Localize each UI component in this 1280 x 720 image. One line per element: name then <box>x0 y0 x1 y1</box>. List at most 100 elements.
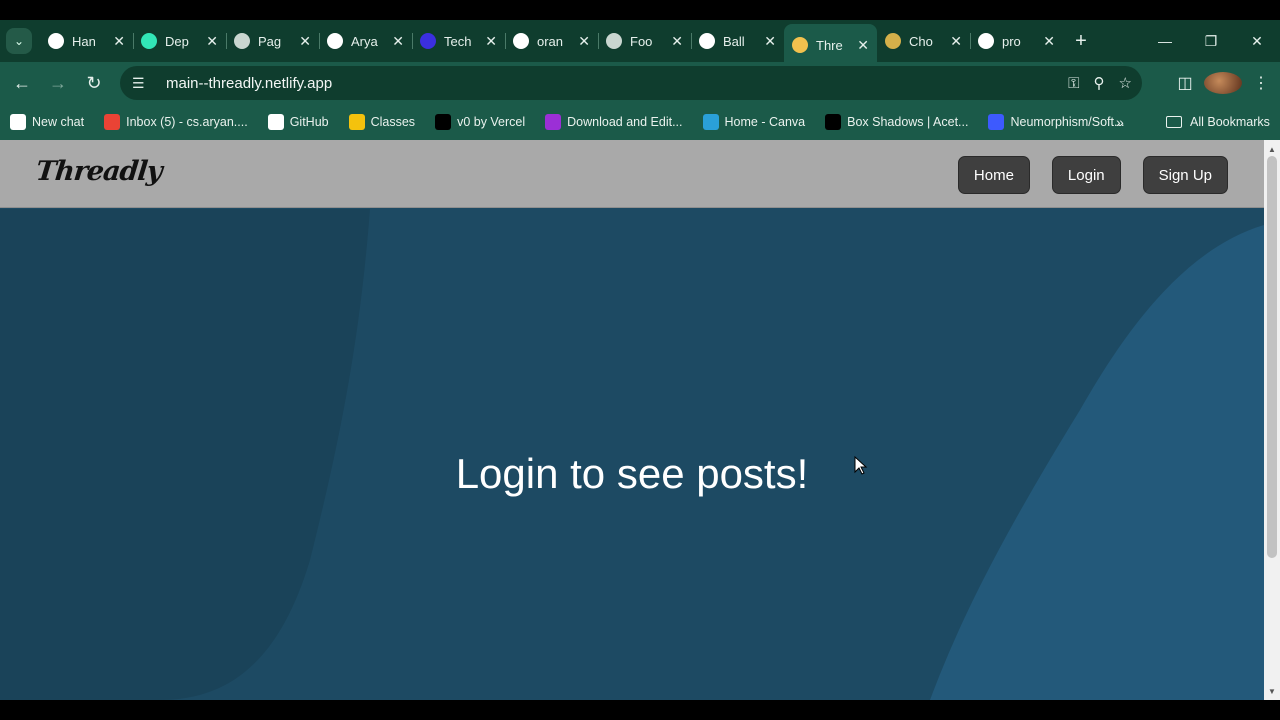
bookmark-label: Inbox (5) - cs.aryan.... <box>126 115 248 129</box>
bookmarks-bar: New chat Inbox (5) - cs.aryan.... GitHub Cl… <box>0 104 1280 140</box>
close-window-icon[interactable]: ✕ <box>1234 20 1280 62</box>
avatar <box>1204 72 1242 94</box>
browser-tab[interactable]: Dep ✕ <box>133 24 226 58</box>
screen-top-bar <box>0 0 1280 20</box>
back-arrow-icon[interactable]: ← <box>4 65 40 101</box>
threads-icon <box>48 33 64 49</box>
tab-title: Tech <box>444 33 472 49</box>
tab-close-icon[interactable]: ✕ <box>299 33 311 50</box>
tab-close-icon[interactable]: ✕ <box>113 33 125 50</box>
tabs-container: Han ✕ Dep ✕ Pag ✕ Arya ✕ Tech ✕ oran ✕ Foo ✕ Ball ✕ Thre… <box>40 20 1063 66</box>
bookmark-list: New chat Inbox (5) - cs.aryan.... GitHub Cl… <box>10 114 1144 130</box>
mouse-cursor-icon <box>854 455 868 475</box>
address-bar-actions: ⚿ ⚲ ☆ <box>1068 66 1132 100</box>
tab-strip: ⌄ Han ✕ Dep ✕ Pag ✕ Arya ✕ Tech ✕ oran ✕ Foo ✕ Ball ✕ Th… <box>0 20 1280 66</box>
medium-icon <box>885 33 901 49</box>
bookmarks-overflow-chevron-icon[interactable]: » <box>1116 104 1124 140</box>
reload-icon[interactable]: ↻ <box>76 65 112 101</box>
scroll-up-arrow-icon[interactable]: ▲ <box>1264 142 1280 156</box>
bookmark-item[interactable]: Download and Edit... <box>545 114 683 130</box>
tab-close-icon[interactable]: ✕ <box>764 33 776 50</box>
bookmark-label: Box Shadows | Acet... <box>847 115 969 129</box>
bookmark-item[interactable]: v0 by Vercel <box>435 114 525 130</box>
browser-tab[interactable]: oran ✕ <box>505 24 598 58</box>
signup-button[interactable]: Sign Up <box>1142 156 1228 194</box>
home-button[interactable]: Home <box>957 156 1030 194</box>
all-bookmarks-label: All Bookmarks <box>1190 115 1270 129</box>
bookmark-label: v0 by Vercel <box>457 115 526 129</box>
tab-close-icon[interactable]: ✕ <box>1043 33 1055 50</box>
bookmark-label: Home - Canva <box>724 115 806 129</box>
browser-tab[interactable]: Pag ✕ <box>226 24 319 58</box>
tab-title: Dep <box>165 33 189 49</box>
browser-tab[interactable]: Tech ✕ <box>412 24 505 58</box>
browser-tab[interactable]: Arya ✕ <box>319 24 412 58</box>
browser-tab[interactable]: pro ✕ <box>970 24 1063 58</box>
tab-close-icon[interactable]: ✕ <box>206 33 218 50</box>
scroll-down-arrow-icon[interactable]: ▼ <box>1264 684 1280 698</box>
bookmark-item[interactable]: Home - Canva <box>702 114 806 130</box>
screen-bottom-bar <box>0 700 1280 720</box>
site-nav: Home Login Sign Up <box>957 156 1228 194</box>
bookmark-item[interactable]: New chat <box>10 114 84 130</box>
tab-close-icon[interactable]: ✕ <box>857 37 869 54</box>
restore-icon[interactable]: ❐ <box>1188 20 1234 62</box>
browser-toolbar: ← → ↻ ☰ main--threadly.netlify.app ⚿ ⚲ ☆… <box>0 62 1280 104</box>
new-tab-plus-icon[interactable]: + <box>1067 27 1095 55</box>
terminal-icon <box>825 114 842 130</box>
tab-title: pro <box>1002 33 1021 49</box>
browser-window: ⌄ Han ✕ Dep ✕ Pag ✕ Arya ✕ Tech ✕ oran ✕ Foo ✕ Ball ✕ Th… <box>0 0 1280 720</box>
tab-close-icon[interactable]: ✕ <box>671 33 683 50</box>
github-icon <box>327 33 343 49</box>
tab-close-icon[interactable]: ✕ <box>950 33 962 50</box>
bookmark-item[interactable]: Neumorphism/Soft... <box>988 114 1124 130</box>
browser-tab[interactable]: Han ✕ <box>40 24 133 58</box>
folder-icon <box>1166 116 1182 128</box>
tab-title: Pag <box>258 33 282 49</box>
page-scrollbar[interactable]: ▲ ▼ <box>1264 140 1280 700</box>
browser-tab[interactable]: Cho ✕ <box>877 24 970 58</box>
password-key-icon[interactable]: ⚿ <box>1068 75 1079 92</box>
google-icon <box>978 33 994 49</box>
tab-title: Cho <box>909 33 933 49</box>
bookmark-item[interactable]: Box Shadows | Acet... <box>825 114 968 130</box>
github-icon <box>267 114 284 130</box>
window-controls: — ❐ ✕ <box>1142 20 1280 62</box>
profile-avatar[interactable] <box>1204 72 1242 94</box>
background-shapes <box>0 209 1264 700</box>
tab-title: oran <box>537 33 564 49</box>
scrollbar-thumb[interactable] <box>1267 156 1277 558</box>
browser-tab[interactable]: Ball ✕ <box>691 24 784 58</box>
tab-title: Arya <box>351 33 378 49</box>
address-bar[interactable]: ☰ main--threadly.netlify.app ⚿ ⚲ ☆ <box>120 66 1142 100</box>
tab-close-icon[interactable]: ✕ <box>578 33 590 50</box>
zoom-icon[interactable]: ⚲ <box>1094 74 1105 92</box>
forward-arrow-icon[interactable]: → <box>40 65 76 101</box>
tab-search-chevron-icon[interactable]: ⌄ <box>6 28 32 54</box>
tab-close-icon[interactable]: ✕ <box>485 33 497 50</box>
login-button[interactable]: Login <box>1051 156 1121 194</box>
bookmark-label: Classes <box>370 115 416 129</box>
url-text[interactable]: main--threadly.netlify.app <box>166 75 332 92</box>
threadly-icon <box>792 37 808 53</box>
extensions-puzzle-icon[interactable]: ◫ <box>1166 73 1204 93</box>
canva-c-icon <box>545 114 562 130</box>
all-bookmarks-button[interactable]: All Bookmarks <box>1166 104 1270 140</box>
bookmark-star-icon[interactable]: ☆ <box>1119 74 1132 92</box>
page-viewport: Threadly Home Login Sign Up Login to see… <box>0 140 1264 700</box>
tab-close-icon[interactable]: ✕ <box>392 33 404 50</box>
minimize-icon[interactable]: — <box>1142 20 1188 62</box>
threadly-logo[interactable]: Threadly <box>34 156 163 187</box>
browser-tab[interactable]: Thre ✕ <box>784 24 877 66</box>
v0-icon <box>435 114 452 130</box>
bookmark-item[interactable]: Classes <box>348 114 416 130</box>
menu-dots-icon[interactable]: ⋮ <box>1242 73 1280 93</box>
tab-title: Ball <box>723 33 745 49</box>
tab-title: Han <box>72 33 96 49</box>
bookmark-item[interactable]: Inbox (5) - cs.aryan.... <box>104 114 248 130</box>
bookmark-item[interactable]: GitHub <box>267 114 329 130</box>
classroom-icon <box>348 114 365 130</box>
browser-tab[interactable]: Foo ✕ <box>598 24 691 58</box>
login-prompt-message: Login to see posts! <box>455 450 809 497</box>
site-settings-icon[interactable]: ☰ <box>132 75 152 92</box>
